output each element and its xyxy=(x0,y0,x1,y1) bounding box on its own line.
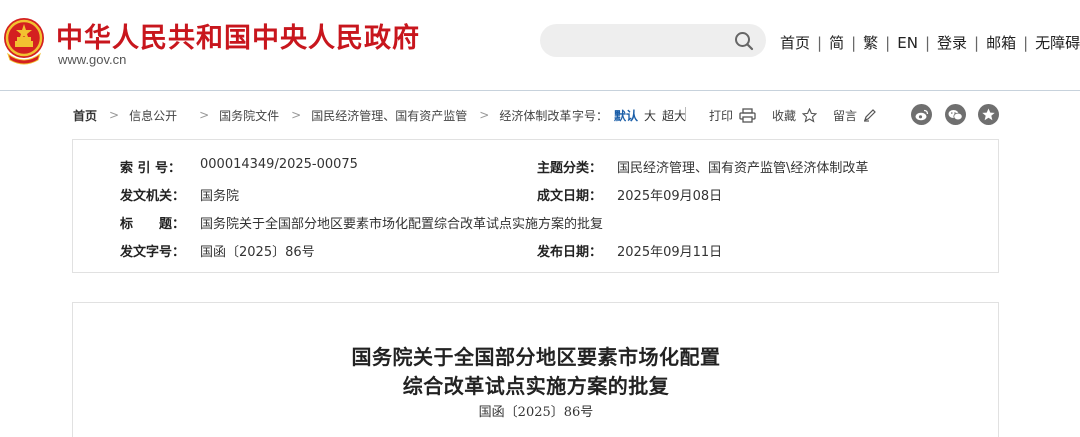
print-button[interactable]: 打印 xyxy=(709,107,756,124)
nav-simplified-link[interactable]: 简 xyxy=(829,32,844,53)
weibo-share-button[interactable] xyxy=(911,104,932,125)
meta-published-row: 发布日期： 2025年09月11日 xyxy=(537,241,722,260)
meta-published-value: 2025年09月11日 xyxy=(617,245,723,260)
comment-label: 留言 xyxy=(833,108,858,123)
national-emblem-icon[interactable] xyxy=(2,16,46,66)
nav-english-link[interactable]: EN xyxy=(897,34,918,52)
meta-created-label: 成文日期： xyxy=(537,189,603,204)
toolbar-divider xyxy=(685,107,686,121)
nav-separator: | xyxy=(974,33,980,52)
meta-title-label: 标 题： xyxy=(120,217,186,232)
meta-topic-row: 主题分类： 国民经济管理、国有资产监管\经济体制改革 xyxy=(537,157,868,176)
header-divider xyxy=(0,90,1080,91)
nav-accessibility-link[interactable]: 无障碍 xyxy=(1035,32,1080,53)
search-input[interactable] xyxy=(540,24,766,57)
document-title-line-2: 综合改革试点实施方案的批复 xyxy=(402,374,670,398)
font-size-label: 字号： xyxy=(572,108,609,123)
meta-docno-row: 发文字号： 国函〔2025〕86号 xyxy=(120,241,315,260)
pencil-icon xyxy=(864,109,876,122)
meta-title-value: 国务院关于全国部分地区要素市场化配置综合改革试点实施方案的批复 xyxy=(200,217,604,232)
document-title-line-1: 国务院关于全国部分地区要素市场化配置 xyxy=(351,345,721,369)
breadcrumb-state-council-docs[interactable]: 国务院文件 xyxy=(219,107,279,124)
weibo-icon xyxy=(915,109,928,120)
meta-published-label: 发布日期： xyxy=(537,245,603,260)
font-size-switcher: 字号： 默认 大 超大 xyxy=(572,106,686,124)
printer-icon xyxy=(739,107,756,123)
qzone-share-button[interactable] xyxy=(978,104,999,125)
meta-docno-label: 发文字号： xyxy=(120,245,186,260)
qzone-icon xyxy=(982,108,995,121)
breadcrumb-separator: > xyxy=(199,108,210,122)
meta-title-row: 标 题： 国务院关于全国部分地区要素市场化配置综合改革试点实施方案的批复 xyxy=(120,213,603,232)
nav-separator: | xyxy=(1023,33,1029,52)
print-label: 打印 xyxy=(709,108,734,123)
breadcrumb-economic-reform[interactable]: 经济体制改革 xyxy=(499,107,571,124)
document-number: 国函〔2025〕86号 xyxy=(478,405,594,420)
nav-mail-link[interactable]: 邮箱 xyxy=(986,32,1016,53)
meta-topic-value: 国民经济管理、国有资产监管\经济体制改革 xyxy=(617,161,869,176)
favorite-button[interactable]: 收藏 xyxy=(772,107,818,124)
nav-traditional-link[interactable]: 繁 xyxy=(863,32,878,53)
meta-topic-label: 主题分类： xyxy=(537,161,603,176)
font-size-default[interactable]: 默认 xyxy=(614,107,638,124)
font-size-xlarge[interactable]: 超大 xyxy=(662,107,686,124)
nav-separator: | xyxy=(924,33,930,52)
star-icon xyxy=(802,107,818,123)
breadcrumb-home[interactable]: 首页 xyxy=(73,107,97,124)
favorite-label: 收藏 xyxy=(772,108,797,123)
nav-separator: | xyxy=(817,33,823,52)
breadcrumb-separator: > xyxy=(109,108,120,122)
meta-index-value: 000014349/2025-00075 xyxy=(200,157,358,172)
page-tools: 打印 收藏 留言 xyxy=(709,106,893,124)
breadcrumb-info-disclosure[interactable]: 信息公开 xyxy=(129,107,177,124)
nav-home-link[interactable]: 首页 xyxy=(780,32,810,53)
wechat-icon xyxy=(948,109,963,120)
nav-separator: | xyxy=(885,33,891,52)
top-nav-links: 首页 | 简 | 繁 | EN | 登录 | 邮箱 | 无障碍 xyxy=(780,32,1080,53)
meta-created-row: 成文日期： 2025年09月08日 xyxy=(537,185,722,204)
meta-index-label: 索 引 号： xyxy=(120,161,182,176)
site-title[interactable]: 中华人民共和国中央人民政府 xyxy=(56,16,420,55)
search-icon[interactable] xyxy=(734,31,754,51)
breadcrumb: 首页 > 信息公开 > 国务院文件 > 国民经济管理、国有资产监管 > 经济体制… xyxy=(73,106,571,124)
meta-index-row: 索 引 号： 000014349/2025-00075 xyxy=(120,157,358,176)
breadcrumb-separator: > xyxy=(291,108,302,122)
breadcrumb-economy-management[interactable]: 国民经济管理、国有资产监管 xyxy=(311,107,467,124)
breadcrumb-separator: > xyxy=(479,108,490,122)
wechat-share-button[interactable] xyxy=(945,104,966,125)
meta-issuer-value: 国务院 xyxy=(200,189,240,204)
nav-separator: | xyxy=(851,33,857,52)
comment-button[interactable]: 留言 xyxy=(833,107,877,124)
font-size-large[interactable]: 大 xyxy=(644,107,656,124)
site-url[interactable]: www.gov.cn xyxy=(58,52,126,67)
meta-created-value: 2025年09月08日 xyxy=(617,189,723,204)
meta-issuer-row: 发文机关： 国务院 xyxy=(120,185,239,204)
nav-login-link[interactable]: 登录 xyxy=(937,32,967,53)
meta-docno-value: 国函〔2025〕86号 xyxy=(200,245,315,260)
meta-issuer-label: 发文机关： xyxy=(120,189,186,204)
site-header: 中华人民共和国中央人民政府 www.gov.cn 首页 | 简 | 繁 | EN… xyxy=(0,0,1080,90)
